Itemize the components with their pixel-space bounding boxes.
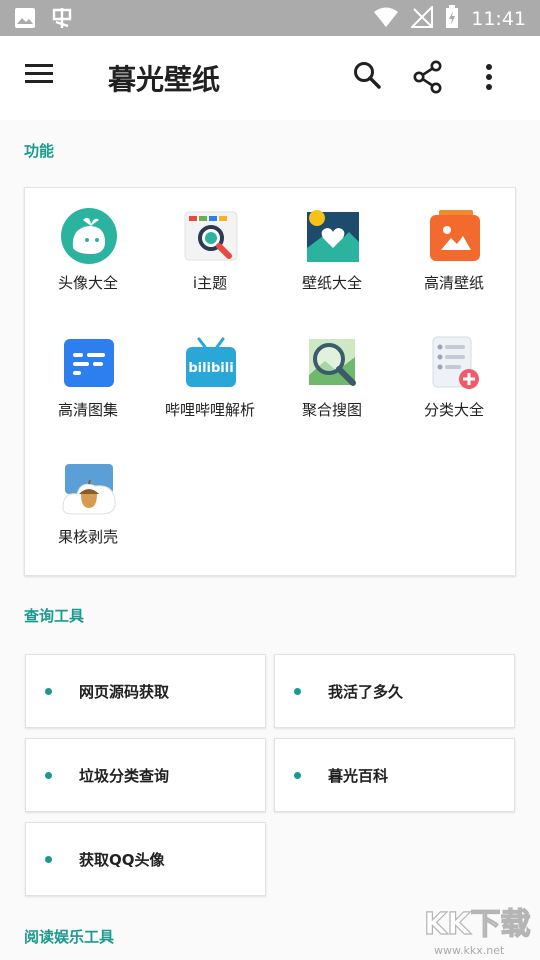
feature-label: i主题 [192,274,228,292]
bilibili-icon: bilibili [183,335,239,391]
main-content[interactable]: 功能 头像大全 i主题 壁纸大全 高清壁纸 高清图集 bilibili 哔哩哔哩… [0,120,540,960]
feature-category-collection[interactable]: 分类大全 [393,315,515,435]
app-title: 暮光壁纸 [108,63,221,96]
tool-label: 我活了多久 [328,683,404,701]
wifi-icon [373,6,399,32]
section-title-reading-tools: 阅读娱乐工具 [24,928,115,946]
category-list-icon [427,335,483,391]
tool-card-webpage-source[interactable]: 网页源码获取 [25,654,266,728]
battery-icon [445,5,459,33]
share-icon [412,60,444,98]
feature-label: 头像大全 [57,274,118,292]
avatar-icon [61,208,117,264]
wallpaper-heart-icon [305,208,361,264]
bullet-dot [45,688,52,695]
tool-card-garbage-sorting[interactable]: 垃圾分类查询 [25,738,266,812]
tool-label: 垃圾分类查询 [79,767,170,785]
feature-bilibili-parse[interactable]: bilibili 哔哩哔哩解析 [149,315,271,435]
app-bar: 暮光壁纸 [0,36,540,120]
section-title-features: 功能 [24,142,55,160]
feature-label: 果核剥壳 [57,528,118,546]
svg-text:bilibili: bilibili [188,361,233,376]
tool-card-qq-avatar[interactable]: 获取QQ头像 [25,822,266,896]
status-bar: 11:41 [0,0,540,36]
feature-label: 聚合搜图 [301,401,362,419]
tool-card-encyclopedia[interactable]: 暮光百科 [274,738,515,812]
bullet-dot [45,856,52,863]
svg-text:www.kkx.net: www.kkx.net [434,944,505,957]
bullet-dot [294,688,301,695]
no-signal-icon [409,4,434,32]
menu-button[interactable] [25,62,65,94]
feature-aggregate-image-search[interactable]: 聚合搜图 [271,315,393,435]
feature-i-theme[interactable]: i主题 [149,188,271,308]
tool-label: 暮光百科 [328,767,389,785]
feature-label: 壁纸大全 [301,274,362,292]
feature-guohe-unpack[interactable]: 果核剥壳 [27,442,149,562]
feature-label: 哔哩哔哩解析 [164,401,255,419]
bug-icon [50,6,74,34]
kkx-watermark-logo: KK下载 www.kkx.net [420,898,538,958]
theme-search-icon [183,208,239,264]
feature-avatar-collection[interactable]: 头像大全 [27,188,149,308]
search-button[interactable] [352,60,386,94]
image-search-icon [305,335,361,391]
features-card: 头像大全 i主题 壁纸大全 高清壁纸 高清图集 bilibili 哔哩哔哩解析 … [24,187,516,576]
menu-icon [25,64,55,88]
feature-label: 分类大全 [423,401,484,419]
share-button[interactable] [412,60,446,94]
feature-label: 高清图集 [57,401,118,419]
bullet-dot [45,772,52,779]
hd-wallpaper-icon [427,208,483,264]
search-icon [352,62,382,94]
tool-card-how-long-lived[interactable]: 我活了多久 [274,654,515,728]
more-options-button[interactable] [484,62,504,94]
image-icon [14,7,36,33]
tool-label: 获取QQ头像 [79,851,165,869]
section-title-query-tools: 查询工具 [24,607,85,625]
svg-text:KK下载: KK下载 [424,907,531,942]
bullet-dot [294,772,301,779]
tool-label: 网页源码获取 [79,683,170,701]
acorn-icon [61,462,117,518]
feature-wallpaper-collection[interactable]: 壁纸大全 [271,188,393,308]
feature-hd-gallery[interactable]: 高清图集 [27,315,149,435]
more-vert-icon [484,64,494,96]
clock: 11:41 [471,8,526,30]
gallery-icon [61,335,117,391]
feature-hd-wallpaper[interactable]: 高清壁纸 [393,188,515,308]
feature-label: 高清壁纸 [423,274,484,292]
